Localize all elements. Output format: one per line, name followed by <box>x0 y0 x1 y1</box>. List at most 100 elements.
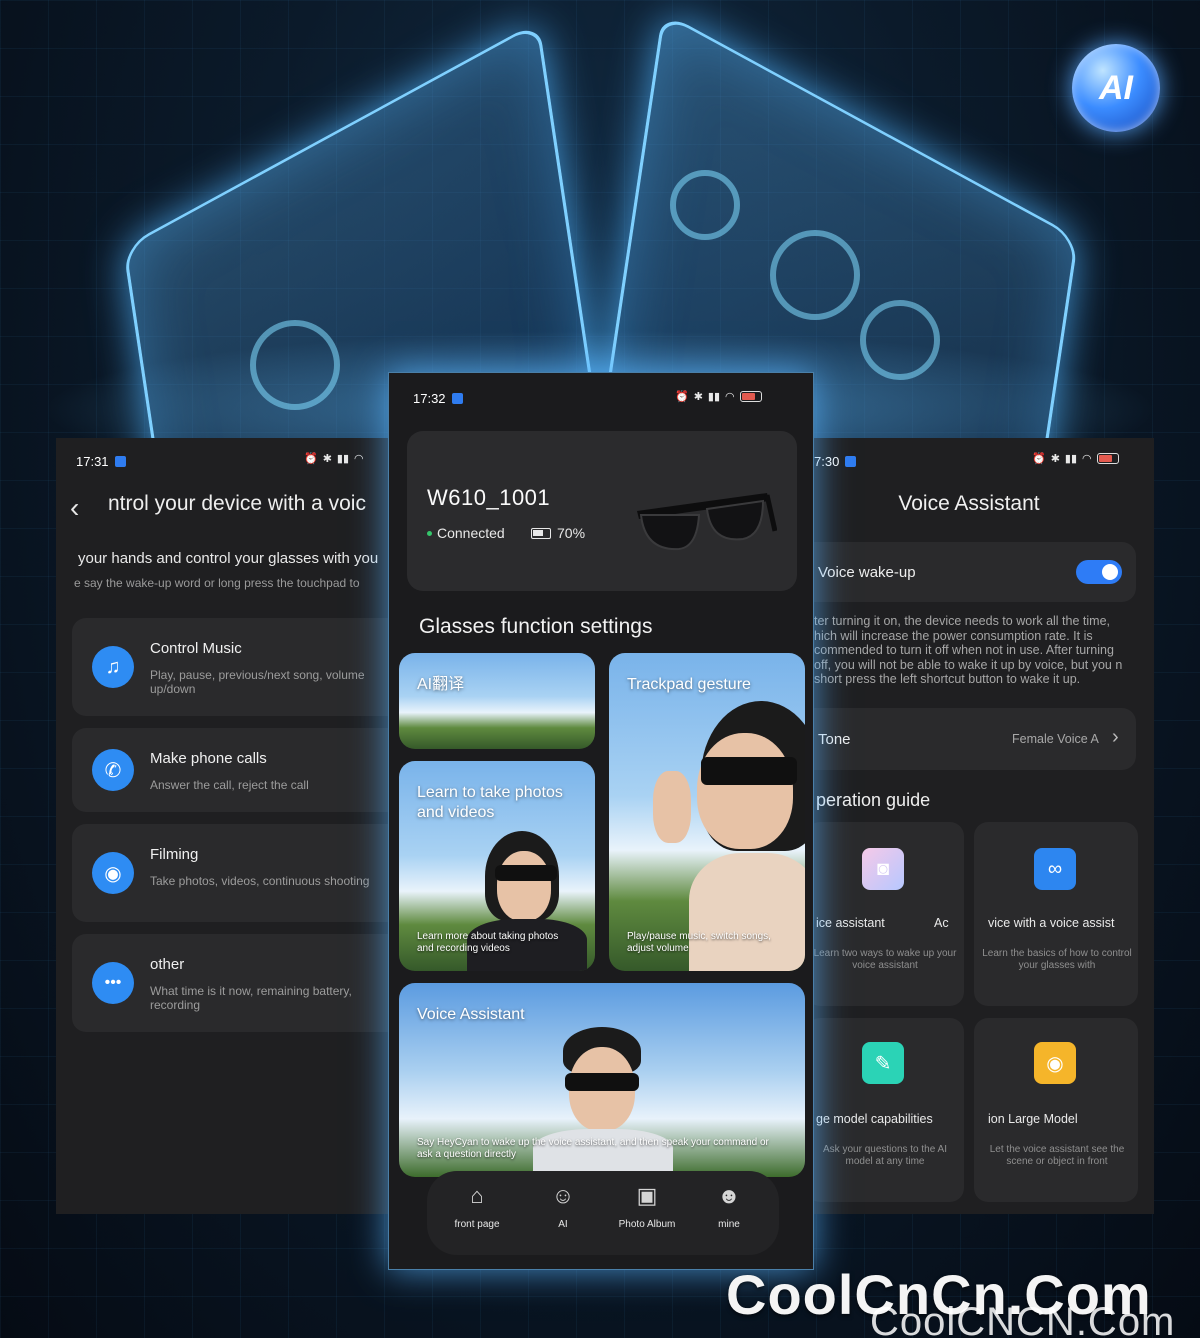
person-glasses <box>565 1073 639 1091</box>
hologram-ring <box>670 170 740 240</box>
tile-label: AI翻译 <box>417 676 465 693</box>
tile-learn-photos[interactable]: Learn to take photos and videos Learn mo… <box>399 761 595 971</box>
intro-subtext: e say the wake-up word or long press the… <box>74 576 360 590</box>
connection-status: Connected <box>427 525 505 541</box>
command-card-filming[interactable]: ◉ Filming Take photos, videos, continuou… <box>72 824 396 922</box>
battery-icon <box>739 391 762 402</box>
card-title: Filming <box>150 846 199 863</box>
hologram-globe <box>250 320 340 410</box>
tile-voice-assistant[interactable]: Voice Assistant Say HeyCyan to wake up t… <box>399 983 805 1177</box>
camera-icon: ◉ <box>92 852 134 894</box>
card-desc: What time is it now, remaining battery, … <box>150 984 352 1012</box>
hologram-ring <box>770 230 860 320</box>
phone-icon: ✆ <box>92 749 134 791</box>
tone-label: Tone <box>818 731 851 748</box>
tab-front-page[interactable]: ⌂ front page <box>437 1181 517 1230</box>
person-face <box>497 851 551 921</box>
tab-mine[interactable]: ☻ mine <box>689 1181 769 1230</box>
robot-icon: ☺ <box>551 1183 575 1208</box>
guide-card[interactable]: ✎ ge model capabilities Ask your questio… <box>806 1018 964 1202</box>
card-desc: Answer the call, reject the call <box>150 778 309 792</box>
bluetooth-icon: ✱ <box>322 453 332 465</box>
guide-card[interactable]: ◙ ice assistant Ac Learn two ways to wak… <box>806 822 964 1006</box>
card-title: ice assistant <box>816 916 885 930</box>
guide-card[interactable]: ∞ vice with a voice assist Learn the bas… <box>974 822 1138 1006</box>
person-glasses <box>701 757 797 785</box>
command-card-music[interactable]: ♫ Control Music Play, pause, previous/ne… <box>72 618 396 716</box>
voice-assistant-screen: 7:30 ⏰ ✱ ▮▮ ◠ Voice Assistant Voice wake… <box>806 438 1154 1214</box>
alarm-icon: ⏰ <box>675 391 689 403</box>
status-text: Connected <box>437 525 505 541</box>
wifi-icon: ◠ <box>354 453 364 465</box>
tab-label: front page <box>454 1219 500 1230</box>
ai-badge-label: AI <box>1099 68 1133 107</box>
tab-photo-album[interactable]: ▣ Photo Album <box>607 1181 687 1230</box>
ai-badge: AI <box>1072 44 1160 132</box>
signal-icon: ▮▮ <box>1064 453 1078 465</box>
wifi-icon: ◠ <box>725 391 735 403</box>
status-time: 7:30 <box>814 454 840 469</box>
bottom-tab-bar: ⌂ front page ☺ AI ▣ Photo Album ☻ mine <box>427 1171 779 1255</box>
tile-trackpad-gesture[interactable]: Trackpad gesture Play/pause music, switc… <box>609 653 805 971</box>
card-desc: Learn two ways to wake up your voice ass… <box>813 948 957 971</box>
more-dots-icon: ••• <box>92 962 134 1004</box>
card-title: Control Music <box>150 640 242 657</box>
music-note-icon: ♫ <box>92 646 134 688</box>
page-title: Voice Assistant <box>898 492 1040 515</box>
card-title: ion Large Model <box>988 1112 1078 1126</box>
status-bar: 17:31 <box>76 454 126 469</box>
tile-ai-translate[interactable]: AI翻译 <box>399 653 595 749</box>
battery-icon <box>1096 453 1119 464</box>
image-icon: ▣ <box>636 1183 658 1208</box>
glasses-icon: ∞ <box>1034 848 1076 890</box>
person-glasses <box>495 865 557 881</box>
card-desc: Take photos, videos, continuous shooting <box>150 874 370 888</box>
wakeup-toggle[interactable] <box>1076 560 1122 584</box>
card-desc: Let the voice assistant see the scene or… <box>989 1144 1125 1167</box>
tile-caption: Play/pause music, switch songs, adjust v… <box>627 931 771 954</box>
bluetooth-icon: ✱ <box>1050 453 1060 465</box>
notification-icon <box>114 456 126 467</box>
tile-label: Trackpad gesture <box>627 676 751 693</box>
robot-face-icon: ◙ <box>862 848 904 890</box>
edit-note-icon: ✎ <box>862 1042 904 1084</box>
card-title: other <box>150 956 185 973</box>
device-card[interactable]: W610_1001 Connected 70% <box>407 431 797 591</box>
card-desc: Learn the basics of how to control your … <box>982 948 1132 971</box>
status-bar: 7:30 <box>814 454 857 469</box>
guide-title: peration guide <box>816 790 931 810</box>
command-card-other[interactable]: ••• other What time is it now, remaining… <box>72 934 396 1032</box>
signal-icon: ▮▮ <box>707 391 721 403</box>
section-title: Glasses function settings <box>419 615 653 638</box>
status-icons: ⏰ ✱ ▮▮ ◠ <box>1032 452 1119 465</box>
glasses-image <box>637 493 777 551</box>
card-title-cut: Ac <box>934 916 949 930</box>
device-name: W610_1001 <box>427 485 551 510</box>
alarm-icon: ⏰ <box>304 453 318 465</box>
tile-label: Voice Assistant <box>417 1006 525 1023</box>
voice-control-screen: 17:31 ⏰ ✱ ▮▮ ◠ ‹ ntrol your device with … <box>56 438 396 1214</box>
wakeup-description: ter turning it on, the device needs to w… <box>814 614 1123 686</box>
card-desc: Ask your questions to the AI model at an… <box>823 1144 947 1167</box>
page-title: ntrol your device with a voic <box>108 492 366 515</box>
card-title: vice with a voice assist <box>988 916 1115 930</box>
tone-row[interactable]: Tone Female Voice A › <box>806 708 1136 770</box>
tab-label: Photo Album <box>618 1219 676 1230</box>
watermark-secondary: CoolCNCN.Com <box>870 1300 1176 1338</box>
card-desc: Play, pause, previous/next song, volume … <box>150 668 365 696</box>
tab-label: mine <box>718 1219 740 1230</box>
person-icon: ☻ <box>717 1183 741 1208</box>
wifi-icon: ◠ <box>1082 453 1092 465</box>
tab-ai[interactable]: ☺ AI <box>523 1181 603 1230</box>
command-card-calls[interactable]: ✆ Make phone calls Answer the call, reje… <box>72 728 396 812</box>
status-time: 17:32 <box>413 391 446 406</box>
notification-icon <box>845 456 857 467</box>
back-icon[interactable]: ‹ <box>70 492 79 524</box>
guide-card[interactable]: ◉ ion Large Model Let the voice assistan… <box>974 1018 1138 1202</box>
chevron-right-icon: › <box>1112 726 1119 748</box>
eye-icon: ◉ <box>1034 1042 1076 1084</box>
battery-icon <box>531 527 551 539</box>
home-screen: 17:32 ⏰ ✱ ▮▮ ◠ W610_1001 Connected 70% G… <box>388 372 814 1270</box>
battery-level: 70% <box>557 525 586 541</box>
voice-wakeup-row: Voice wake-up <box>806 542 1136 602</box>
